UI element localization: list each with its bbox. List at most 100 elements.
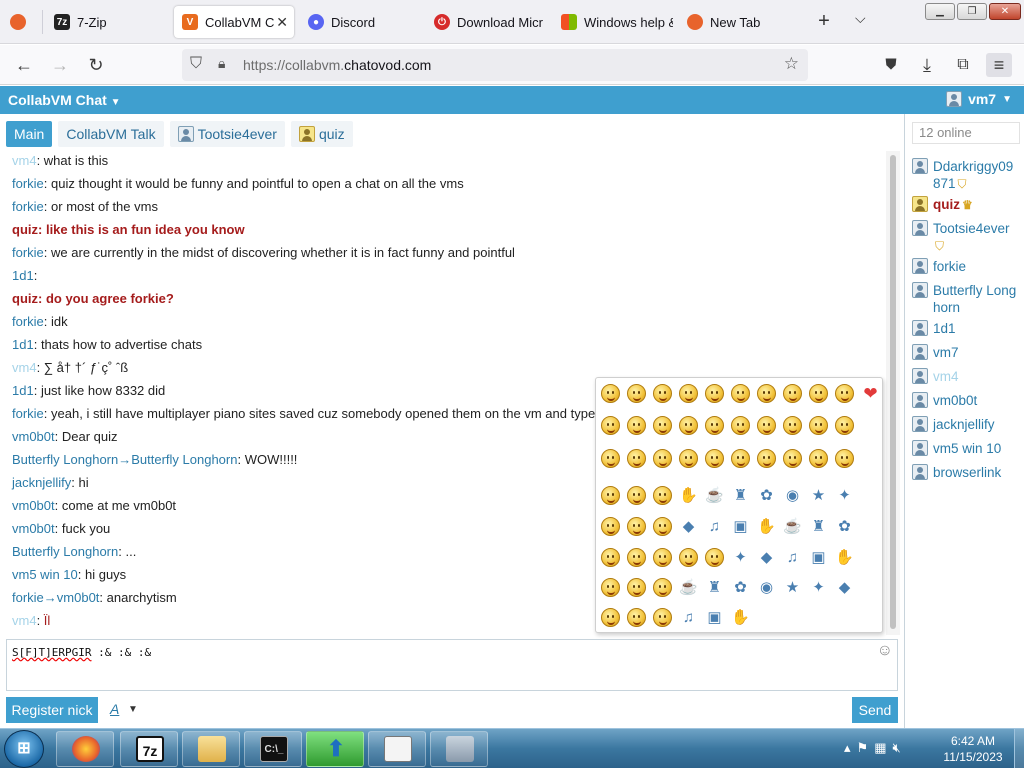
message-nick[interactable]: quiz [12, 291, 38, 306]
taskbar-7zip[interactable]: 7z [120, 731, 178, 767]
bookmark-star-icon[interactable]: ☆ [784, 54, 799, 74]
message-nick[interactable]: vm5 win 10 [12, 567, 78, 582]
emoji-icon[interactable]: ✦ [835, 486, 854, 505]
emoji-icon[interactable]: ✿ [731, 578, 750, 597]
emoji-icon[interactable] [653, 608, 672, 627]
emoji-icon[interactable] [653, 449, 672, 468]
emoji-icon[interactable] [627, 548, 646, 567]
register-nick-button[interactable]: Register nick [6, 697, 98, 723]
message-nick[interactable]: 1d1 [12, 268, 34, 283]
message-nick[interactable]: quiz [12, 222, 38, 237]
emoji-icon[interactable]: ▣ [705, 608, 724, 627]
emoji-icon[interactable]: ★ [809, 486, 828, 505]
emoji-icon[interactable] [835, 416, 854, 435]
emoji-icon[interactable] [601, 517, 620, 536]
message-nick[interactable]: Butterfly Longhorn→Butterfly Longhorn [12, 452, 237, 467]
user-list-item[interactable]: Ddarkriggy09871 ⛉ [912, 158, 1024, 193]
taskbar-cmd[interactable]: C:\_ [244, 731, 302, 767]
emoji-icon[interactable] [653, 486, 672, 505]
emoji-icon[interactable] [679, 416, 698, 435]
user-list-item[interactable]: forkie [912, 258, 1024, 275]
minimize-button[interactable]: ▁ [925, 3, 955, 20]
message-nick[interactable]: 1d1 [12, 337, 34, 352]
firefox-view-button[interactable] [10, 6, 36, 38]
message-nick[interactable]: vm4 [12, 153, 37, 168]
message-nick[interactable]: vm0b0t [12, 498, 55, 513]
emoji-icon[interactable] [731, 416, 750, 435]
emoji-icon[interactable]: ☕ [679, 578, 698, 597]
pocket-icon[interactable]: ⛊ [878, 53, 904, 77]
user-list-item[interactable]: vm0b0t [912, 392, 1024, 409]
emoji-icon[interactable] [809, 384, 828, 403]
url-text[interactable]: https://collabvm.chatovod.com [243, 57, 431, 73]
emoji-icon[interactable] [601, 578, 620, 597]
emoji-icon[interactable] [627, 416, 646, 435]
emoji-icon[interactable] [653, 578, 672, 597]
emoji-icon[interactable]: ◆ [835, 578, 854, 597]
message-input-text[interactable]: S[F]T]ERPGIR :& :& :& [12, 646, 151, 659]
emoji-icon[interactable] [627, 517, 646, 536]
user-list-item[interactable]: vm7 [912, 344, 1024, 361]
close-window-button[interactable]: ✕ [989, 3, 1021, 20]
taskbar-update[interactable]: ⬆ [306, 731, 364, 767]
emoji-icon[interactable]: ✋ [679, 486, 698, 505]
back-arrow-icon[interactable]: ← [11, 53, 37, 77]
emoji-icon[interactable] [679, 548, 698, 567]
emoji-icon[interactable]: ♜ [731, 486, 750, 505]
message-nick[interactable]: forkie [12, 199, 44, 214]
emoji-icon[interactable]: ♫ [679, 608, 698, 627]
message-nick[interactable]: vm0b0t [12, 521, 55, 536]
emoji-icon[interactable]: ✿ [757, 486, 776, 505]
emoji-icon[interactable]: ◉ [757, 578, 776, 597]
close-tab-icon[interactable]: ✕ [276, 14, 288, 31]
scrollbar-thumb[interactable] [890, 155, 896, 629]
user-list-item[interactable]: vm4 [912, 368, 1024, 385]
tab-new-tab[interactable]: New Tab [687, 6, 797, 38]
emoji-icon[interactable] [601, 486, 620, 505]
message-nick[interactable]: 1d1 [12, 383, 34, 398]
message-input[interactable]: S[F]T]ERPGIR :& :& :& ☺ [6, 639, 898, 691]
tab-7zip[interactable]: 7z 7-Zip [54, 6, 164, 38]
emoji-icon[interactable]: ♫ [705, 517, 724, 536]
message-nick[interactable]: forkie [12, 406, 44, 421]
emoji-icon[interactable] [783, 449, 802, 468]
emoji-icon[interactable] [601, 608, 620, 627]
tab-windows-help[interactable]: Windows help & [561, 6, 673, 38]
smiley-icon[interactable]: ☺ [877, 642, 893, 660]
current-user-menu[interactable]: vm7 ▼ [946, 91, 1012, 107]
extensions-icon[interactable]: ⧉ [950, 53, 976, 77]
emoji-icon[interactable] [627, 384, 646, 403]
emoji-icon[interactable] [679, 384, 698, 403]
message-nick[interactable]: vm4 [12, 360, 37, 375]
message-nick[interactable]: vm0b0t [12, 429, 55, 444]
tab-discord[interactable]: ● Discord [308, 6, 418, 38]
emoji-icon[interactable] [627, 608, 646, 627]
emoji-icon[interactable]: ♜ [705, 578, 724, 597]
emoji-icon[interactable] [627, 449, 646, 468]
user-list-item[interactable]: quiz ♛ [912, 196, 1024, 214]
emoji-icon[interactable] [627, 486, 646, 505]
list-all-tabs-chevron-icon[interactable]: ⌵ [855, 10, 866, 27]
network-icon[interactable]: ▦ [874, 740, 892, 755]
message-nick[interactable]: Butterfly Longhorn [12, 544, 118, 559]
taskbar-firefox[interactable] [56, 731, 114, 767]
user-list-item[interactable]: browserlink [912, 464, 1024, 481]
message-nick[interactable]: forkie→vm0b0t [12, 590, 99, 605]
show-hidden-icons-icon[interactable]: ▴ [844, 740, 857, 755]
emoji-icon[interactable]: ▣ [809, 548, 828, 567]
emoji-icon[interactable]: ♜ [809, 517, 828, 536]
emoji-icon[interactable] [757, 449, 776, 468]
emoji-icon[interactable] [653, 416, 672, 435]
emoji-icon[interactable]: ♫ [783, 548, 802, 567]
emoji-icon[interactable]: ◆ [757, 548, 776, 567]
message-nick[interactable]: forkie [12, 314, 44, 329]
emoji-icon[interactable]: ◉ [783, 486, 802, 505]
tab-collabvm-chat[interactable]: V CollabVM Ch ✕ [174, 6, 294, 38]
message-nick[interactable]: forkie [12, 245, 44, 260]
emoji-icon[interactable] [705, 384, 724, 403]
downloads-icon[interactable]: ⤓ [914, 53, 940, 77]
emoji-icon[interactable]: ★ [783, 578, 802, 597]
message-nick[interactable]: vm4 [12, 613, 37, 628]
message-nick[interactable]: forkie [12, 176, 44, 191]
heart-emoji-icon[interactable]: ❤ [861, 384, 880, 403]
